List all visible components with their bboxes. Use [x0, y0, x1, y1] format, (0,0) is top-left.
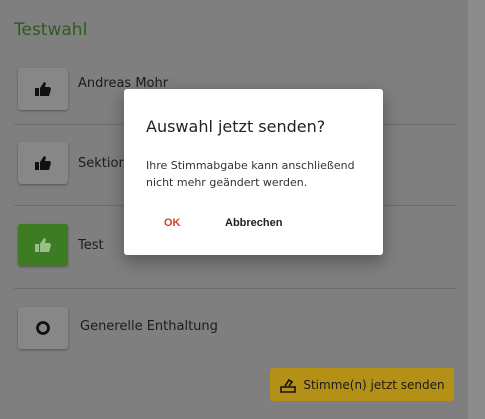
confirm-dialog: Auswahl jetzt senden? Ihre Stimmabgabe k… [124, 89, 383, 255]
submit-votes-button[interactable]: Stimme(n) jetzt senden [270, 368, 454, 401]
vote-button[interactable] [18, 224, 68, 266]
dialog-title: Auswahl jetzt senden? [146, 117, 326, 136]
dialog-message: Ihre Stimmabgabe kann anschließend nicht… [146, 159, 355, 189]
section-title: Testwahl [14, 20, 88, 40]
submit-label: Stimme(n) jetzt senden [303, 377, 445, 392]
vote-button[interactable] [18, 142, 68, 184]
abstain-button[interactable] [18, 307, 68, 349]
ballot-box-icon [280, 378, 297, 393]
divider [14, 288, 456, 289]
ok-button[interactable]: OK [164, 217, 181, 229]
circle-icon [36, 321, 50, 335]
scrollbar[interactable] [468, 0, 485, 419]
option-label: Sektion [78, 156, 127, 171]
cancel-button[interactable]: Abbrechen [225, 217, 282, 229]
option-row: Generelle Enthaltung [0, 305, 456, 361]
thumbs-up-icon [35, 82, 51, 96]
thumbs-up-icon [35, 156, 51, 170]
vote-button[interactable] [18, 68, 68, 110]
option-label: Generelle Enthaltung [80, 319, 218, 334]
option-label: Test [78, 238, 104, 253]
thumbs-up-icon [35, 238, 51, 252]
